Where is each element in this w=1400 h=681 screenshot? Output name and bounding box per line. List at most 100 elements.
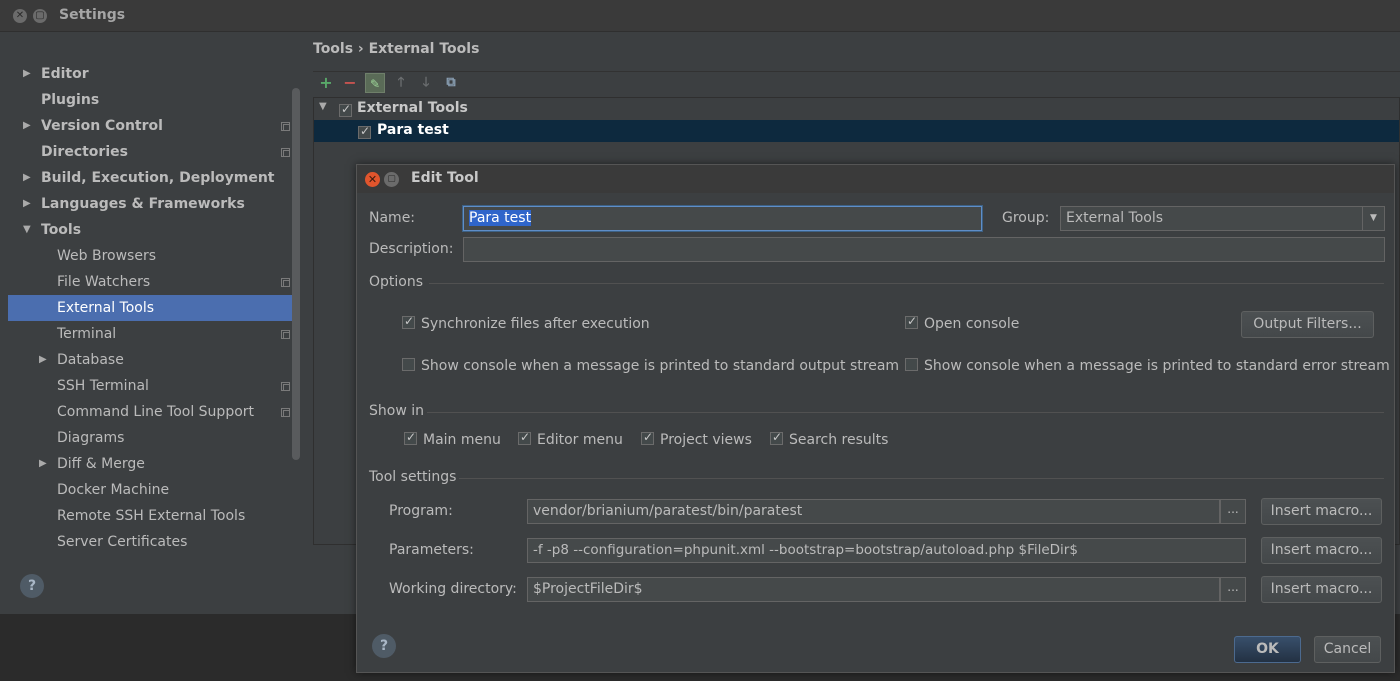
sidebar-item-command-line-tool-support[interactable]: Command Line Tool Support [8,399,298,425]
move-down-icon[interactable]: 🡓 [416,73,436,93]
working-directory-insert-macro-button[interactable]: Insert macro... [1261,576,1382,603]
chevron-right-icon[interactable]: ▶ [23,165,31,191]
remove-icon[interactable]: − [340,73,360,93]
tree-item-row[interactable]: Para test [314,120,1399,142]
sidebar-item-remote-ssh-external-tools[interactable]: Remote SSH External Tools [8,503,298,529]
minimize-window-icon[interactable]: ▢ [33,9,47,23]
edit-icon[interactable]: ✎ [365,73,385,93]
chevron-right-icon[interactable]: ▶ [23,113,31,139]
ok-button[interactable]: OK [1234,636,1301,663]
sidebar-item-label: Build, Execution, Deployment [41,170,275,186]
search-results-option[interactable]: Search results [770,430,888,448]
project-views-option[interactable]: Project views [641,430,752,448]
open-console-checkbox[interactable] [905,314,918,329]
sidebar-item-label: Terminal [57,326,117,342]
sidebar-item-terminal[interactable]: Terminal [8,321,298,347]
sidebar-item-database[interactable]: ▶ Database [8,347,298,373]
group-select[interactable]: External Tools ▼ [1060,206,1385,231]
sidebar-item-label: File Watchers [57,274,151,290]
tree-item-label: Para test [377,122,449,138]
chevron-right-icon[interactable]: ▶ [39,347,47,373]
editor-menu-checkbox[interactable] [518,430,531,445]
chevron-down-icon[interactable]: ▼ [1362,207,1384,230]
sidebar-item-label: Diagrams [57,430,125,446]
sidebar-item-editor[interactable]: ▶ Editor [8,61,298,87]
project-views-label: Project views [660,432,752,448]
sidebar-item-external-tools[interactable]: External Tools [8,295,298,321]
sidebar-item-directories[interactable]: Directories [8,139,298,165]
sidebar-item-label: Server Certificates [57,534,188,550]
main-menu-checkbox[interactable] [404,430,417,445]
close-icon[interactable]: ✕ [365,172,380,187]
project-level-icon [281,122,290,131]
stdout-checkbox[interactable] [402,358,415,371]
sidebar-item-tools[interactable]: ▼ Tools [8,217,298,243]
program-label: Program: [389,503,453,519]
sidebar-scrollbar[interactable] [292,88,300,460]
settings-sidebar: ▶ Editor Plugins ▶ Version Control Directorie… [4,32,302,554]
sidebar-item-label: Plugins [41,92,100,108]
stdout-option[interactable]: Show console when a message is printed t… [402,358,899,374]
copy-icon[interactable]: ⧉ [441,73,461,93]
working-directory-field[interactable]: $ProjectFileDir$ [527,577,1220,602]
parameters-value: -f -p8 --configuration=phpunit.xml --boo… [533,542,1078,558]
sidebar-item-web-browsers[interactable]: Web Browsers [8,243,298,269]
sidebar-item-file-watchers[interactable]: File Watchers [8,269,298,295]
cancel-button[interactable]: Cancel [1314,636,1381,663]
chevron-down-icon[interactable]: ▼ [23,217,31,243]
sync-option[interactable]: Synchronize files after execution [402,314,650,332]
item-checkbox[interactable] [358,124,371,139]
move-up-icon[interactable]: 🡑 [391,73,411,93]
sidebar-item-diff-merge[interactable]: ▶ Diff & Merge [8,451,298,477]
sidebar-item-diagrams[interactable]: Diagrams [8,425,298,451]
sync-checkbox[interactable] [402,314,415,329]
help-button[interactable]: ? [20,574,44,598]
close-window-icon[interactable]: ✕ [13,9,27,23]
chevron-right-icon[interactable]: ▶ [23,191,31,217]
sidebar-item-docker-machine[interactable]: Docker Machine [8,477,298,503]
help-button[interactable]: ? [372,634,396,658]
chevron-right-icon[interactable]: ▶ [39,451,47,477]
search-results-checkbox[interactable] [770,430,783,445]
editor-menu-option[interactable]: Editor menu [518,430,623,448]
output-filters-button[interactable]: Output Filters... [1241,311,1374,338]
parameters-field[interactable]: -f -p8 --configuration=phpunit.xml --boo… [527,538,1246,563]
divider [459,478,1384,479]
parameters-insert-macro-button[interactable]: Insert macro... [1261,537,1382,564]
stderr-option[interactable]: Show console when a message is printed t… [905,358,1390,374]
project-level-icon [281,408,290,417]
minimize-icon[interactable]: ▢ [384,172,399,187]
sync-label: Synchronize files after execution [421,316,650,332]
working-directory-label: Working directory: [389,581,517,597]
sidebar-item-build-execution-deployment[interactable]: ▶ Build, Execution, Deployment [8,165,298,191]
sidebar-item-label: Command Line Tool Support [57,404,255,420]
sidebar-item-server-certificates[interactable]: Server Certificates [8,529,298,554]
external-tools-toolbar [313,71,1400,96]
stderr-checkbox[interactable] [905,358,918,371]
main-menu-option[interactable]: Main menu [404,430,501,448]
show-in-header: Show in [369,403,424,419]
tree-group-row[interactable]: ▼ External Tools [314,98,1399,120]
breadcrumb: Tools › External Tools [313,41,480,57]
program-insert-macro-button[interactable]: Insert macro... [1261,498,1382,525]
sidebar-item-ssh-terminal[interactable]: SSH Terminal [8,373,298,399]
project-views-checkbox[interactable] [641,430,654,445]
working-directory-browse-button[interactable]: ... [1220,577,1246,602]
sidebar-item-version-control[interactable]: ▶ Version Control [8,113,298,139]
sidebar-item-label: Remote SSH External Tools [57,508,246,524]
sidebar-item-plugins[interactable]: Plugins [8,87,298,113]
divider [427,412,1384,413]
open-console-option[interactable]: Open console [905,314,1019,332]
sidebar-item-label: Tools [41,222,82,238]
program-field[interactable]: vendor/brianium/paratest/bin/paratest [527,499,1220,524]
description-field[interactable] [463,237,1385,262]
chevron-down-icon[interactable]: ▼ [319,101,327,112]
group-checkbox[interactable] [339,102,352,117]
name-field[interactable]: Para test [463,206,982,231]
sidebar-item-languages-frameworks[interactable]: ▶ Languages & Frameworks [8,191,298,217]
add-icon[interactable]: + [316,73,336,93]
chevron-right-icon[interactable]: ▶ [23,61,31,87]
project-level-icon [281,148,290,157]
program-browse-button[interactable]: ... [1220,499,1246,524]
program-value: vendor/brianium/paratest/bin/paratest [533,503,803,519]
